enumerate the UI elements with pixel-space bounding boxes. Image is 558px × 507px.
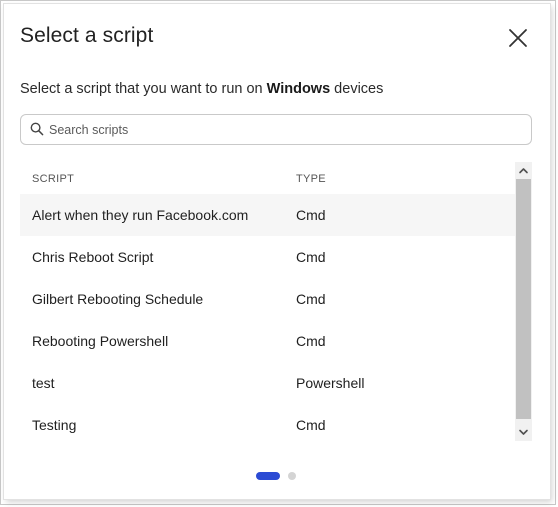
script-name: Rebooting Powershell xyxy=(32,333,169,349)
table-row[interactable]: Rebooting Powershell Cmd xyxy=(20,320,515,362)
dialog-subtitle: Select a script that you want to run on … xyxy=(20,81,383,97)
script-name: Testing xyxy=(32,417,77,433)
script-type: Cmd xyxy=(296,249,326,265)
chevron-down-icon xyxy=(519,429,528,435)
table-scrollbar[interactable] xyxy=(515,162,532,441)
chevron-up-icon xyxy=(519,168,528,174)
table-row[interactable]: test Powershell xyxy=(20,362,515,404)
table-row[interactable]: Chris Reboot Script Cmd xyxy=(20,236,515,278)
subtitle-suffix: devices xyxy=(330,81,384,97)
script-name: Gilbert Rebooting Schedule xyxy=(32,291,204,307)
script-type: Powershell xyxy=(296,375,365,391)
subtitle-prefix: Select a script that you want to run on xyxy=(20,81,267,97)
search-icon xyxy=(30,122,44,136)
table-row[interactable]: Alert when they run Facebook.com Cmd xyxy=(20,194,515,236)
table-row[interactable]: Testing Cmd xyxy=(20,404,515,446)
script-name: Chris Reboot Script xyxy=(32,249,154,265)
close-button[interactable] xyxy=(507,27,529,49)
search-box[interactable] xyxy=(20,114,532,145)
page-dot[interactable] xyxy=(288,472,296,480)
scripts-table: SCRIPT TYPE Alert when they run Facebook… xyxy=(20,164,515,446)
dialog-title: Select a script xyxy=(20,24,154,47)
scroll-down-button[interactable] xyxy=(515,424,532,441)
subtitle-platform: Windows xyxy=(266,81,331,97)
scroll-up-button[interactable] xyxy=(515,162,532,179)
scroll-thumb[interactable] xyxy=(516,179,531,419)
page-dot-active[interactable] xyxy=(256,472,280,480)
table-header: SCRIPT TYPE xyxy=(20,164,515,194)
select-script-dialog: Select a script Select a script that you… xyxy=(4,4,550,499)
script-type: Cmd xyxy=(296,291,326,307)
script-name: Alert when they run Facebook.com xyxy=(32,207,249,223)
table-row[interactable]: Gilbert Rebooting Schedule Cmd xyxy=(20,278,515,320)
column-header-type[interactable]: TYPE xyxy=(296,173,326,185)
script-type: Cmd xyxy=(296,333,326,349)
column-header-script[interactable]: SCRIPT xyxy=(32,173,74,185)
search-input[interactable] xyxy=(49,119,519,141)
script-name: test xyxy=(32,375,55,391)
close-icon xyxy=(509,29,527,47)
script-type: Cmd xyxy=(296,417,326,433)
script-type: Cmd xyxy=(296,207,326,223)
